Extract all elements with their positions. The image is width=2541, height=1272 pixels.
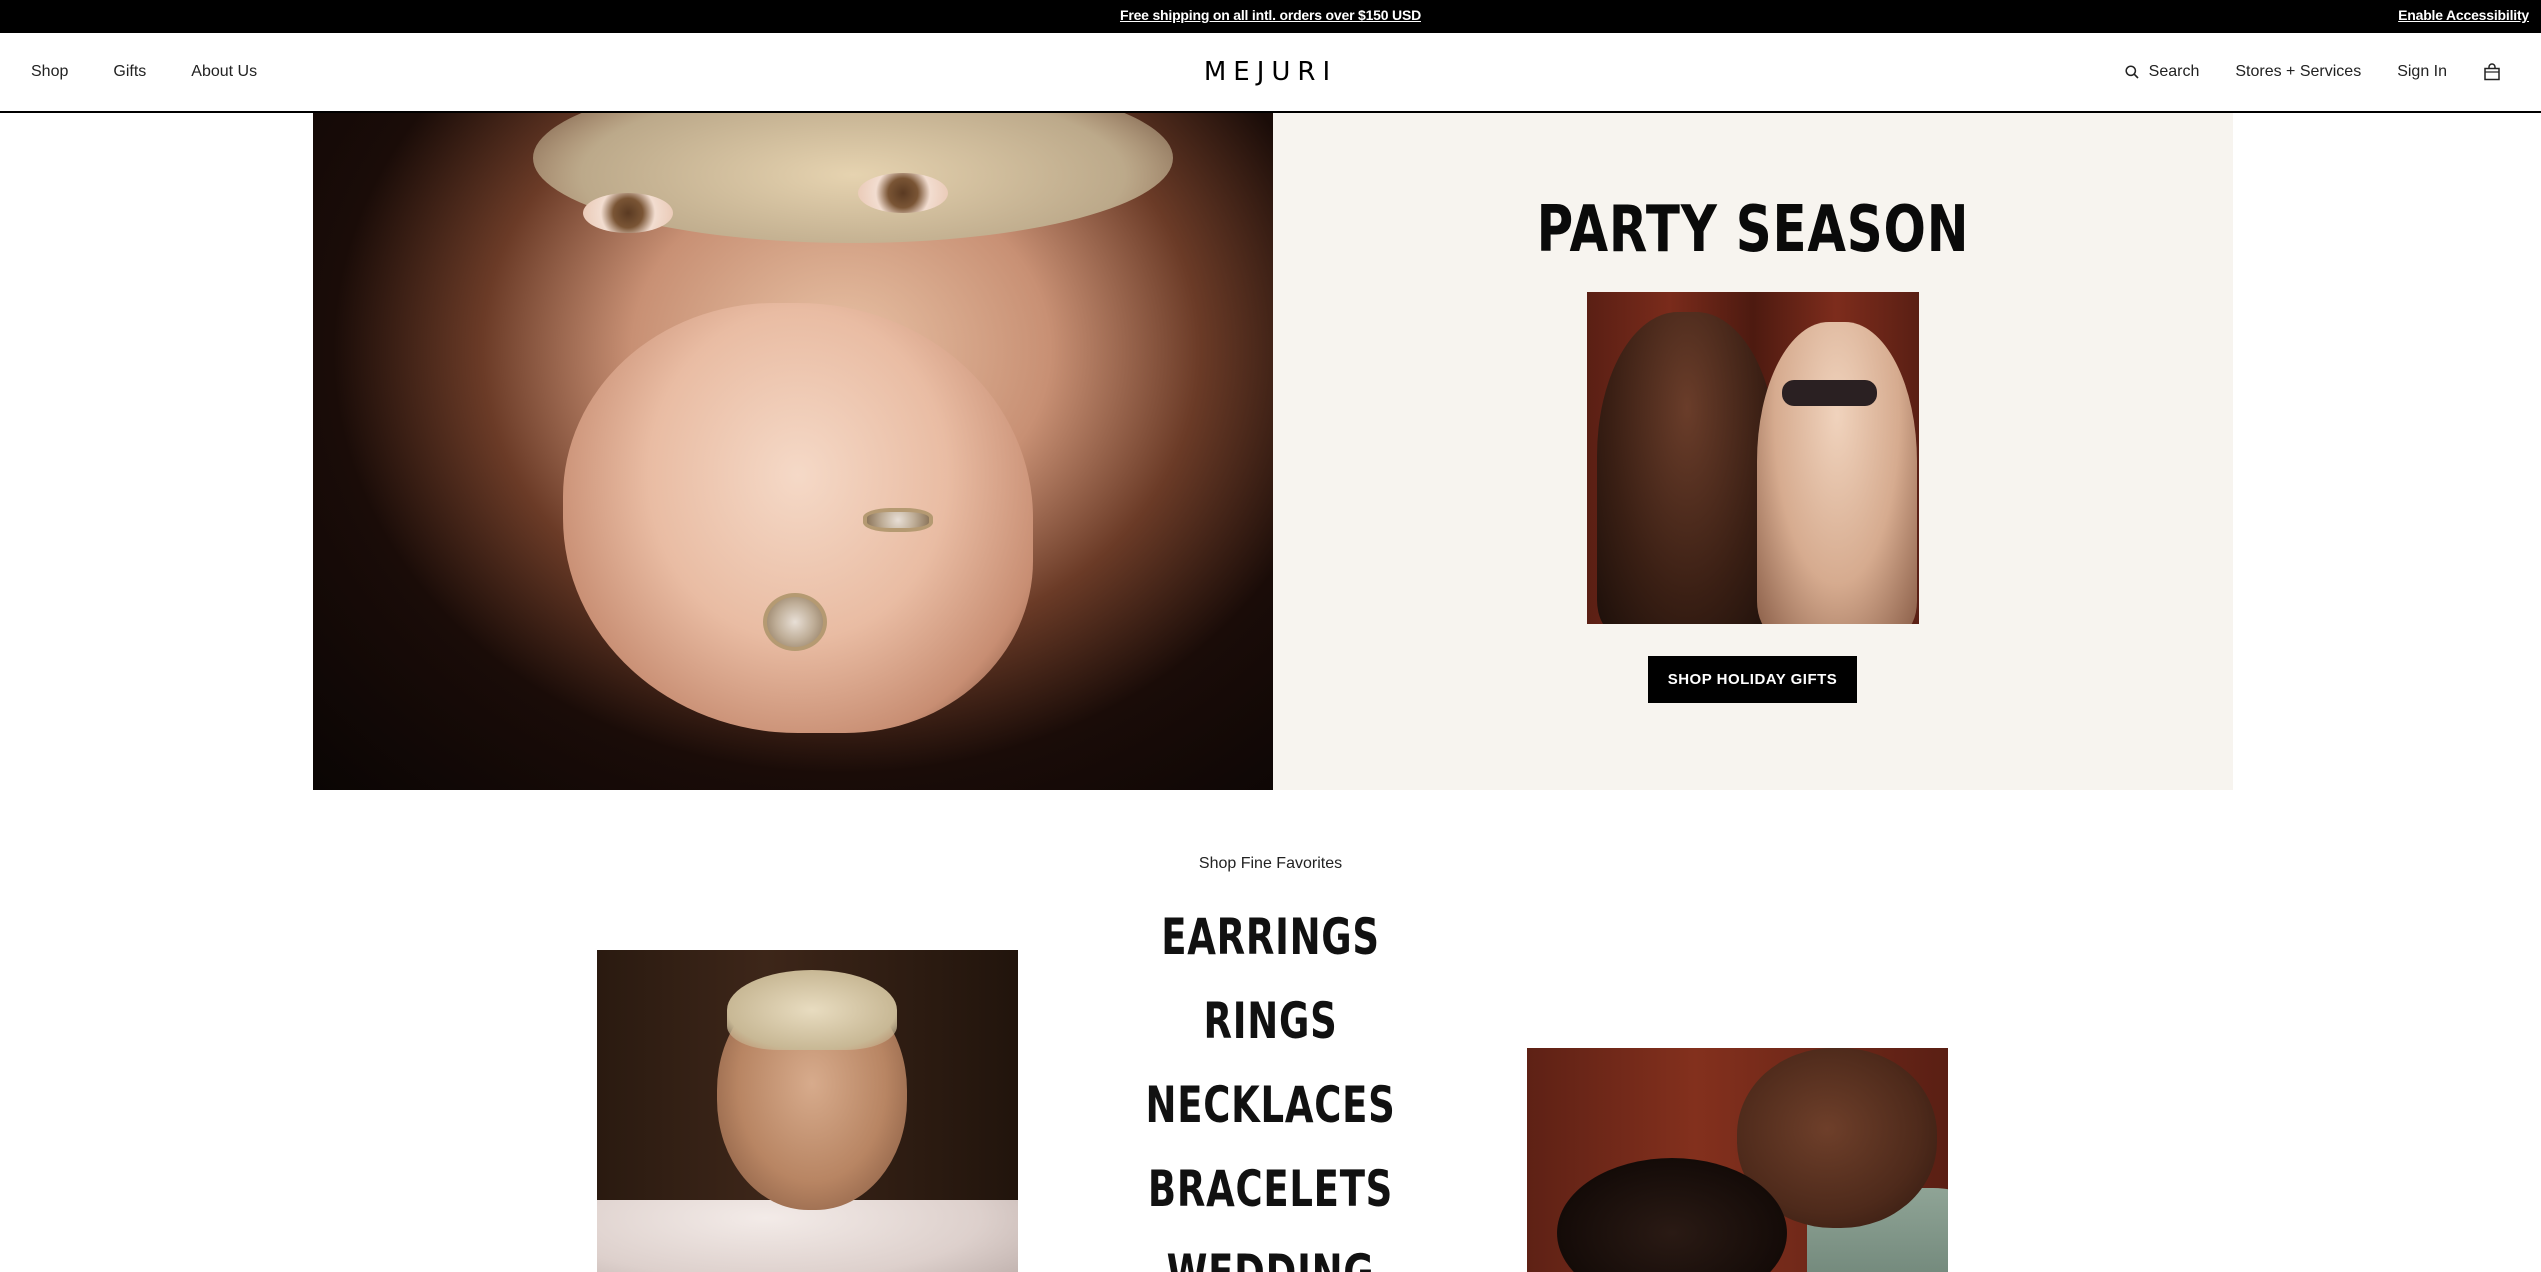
thumb-person-left [1597,312,1777,624]
nav-stores-services[interactable]: Stores + Services [2235,63,2361,81]
category-wedding[interactable]: WEDDING [330,1241,2210,1272]
thumb-person-right [1757,322,1917,624]
category-rings[interactable]: RINGS [330,989,2210,1073]
enable-accessibility-link[interactable]: Enable Accessibility [2398,0,2529,30]
utility-nav: Search Stores + Services Sign In [2125,33,2501,111]
category-earrings[interactable]: EARRINGS [330,905,2210,989]
hero-panel: PARTY SEASON SHOP HOLIDAY GIFTS [1273,113,2233,790]
hero-image [313,113,1273,790]
hero-thumbnail-image [1587,292,1919,624]
free-shipping-link[interactable]: Free shipping on all intl. orders over $… [0,0,2541,30]
search-button[interactable]: Search [2125,63,2200,81]
hero-eye-left [583,193,673,233]
nav-sign-in[interactable]: Sign In [2397,63,2447,81]
site-header: Shop Gifts About Us MEJURI Search Stores… [0,33,2541,113]
shop-holiday-gifts-button[interactable]: SHOP HOLIDAY GIFTS [1648,656,1857,703]
favorites-heading: Shop Fine Favorites [1198,855,1343,872]
category-bracelets[interactable]: BRACELETS [330,1157,2210,1241]
shopping-bag-icon[interactable] [2483,63,2501,81]
category-necklaces[interactable]: NECKLACES [330,1073,2210,1157]
hero-eye-right [858,173,948,213]
favorites-category-list: EARRINGS RINGS NECKLACES BRACELETS WEDDI… [0,905,2541,1272]
hero-ring-band [863,508,933,532]
hero-ring-signet [763,593,827,651]
announcement-bar: Free shipping on all intl. orders over $… [0,0,2541,33]
hero-hand-shape [563,303,1033,733]
thumb-sunglasses [1782,380,1877,406]
search-icon [2125,65,2139,79]
search-label: Search [2148,63,2200,80]
hero-title: PARTY SEASON [1536,193,1970,267]
